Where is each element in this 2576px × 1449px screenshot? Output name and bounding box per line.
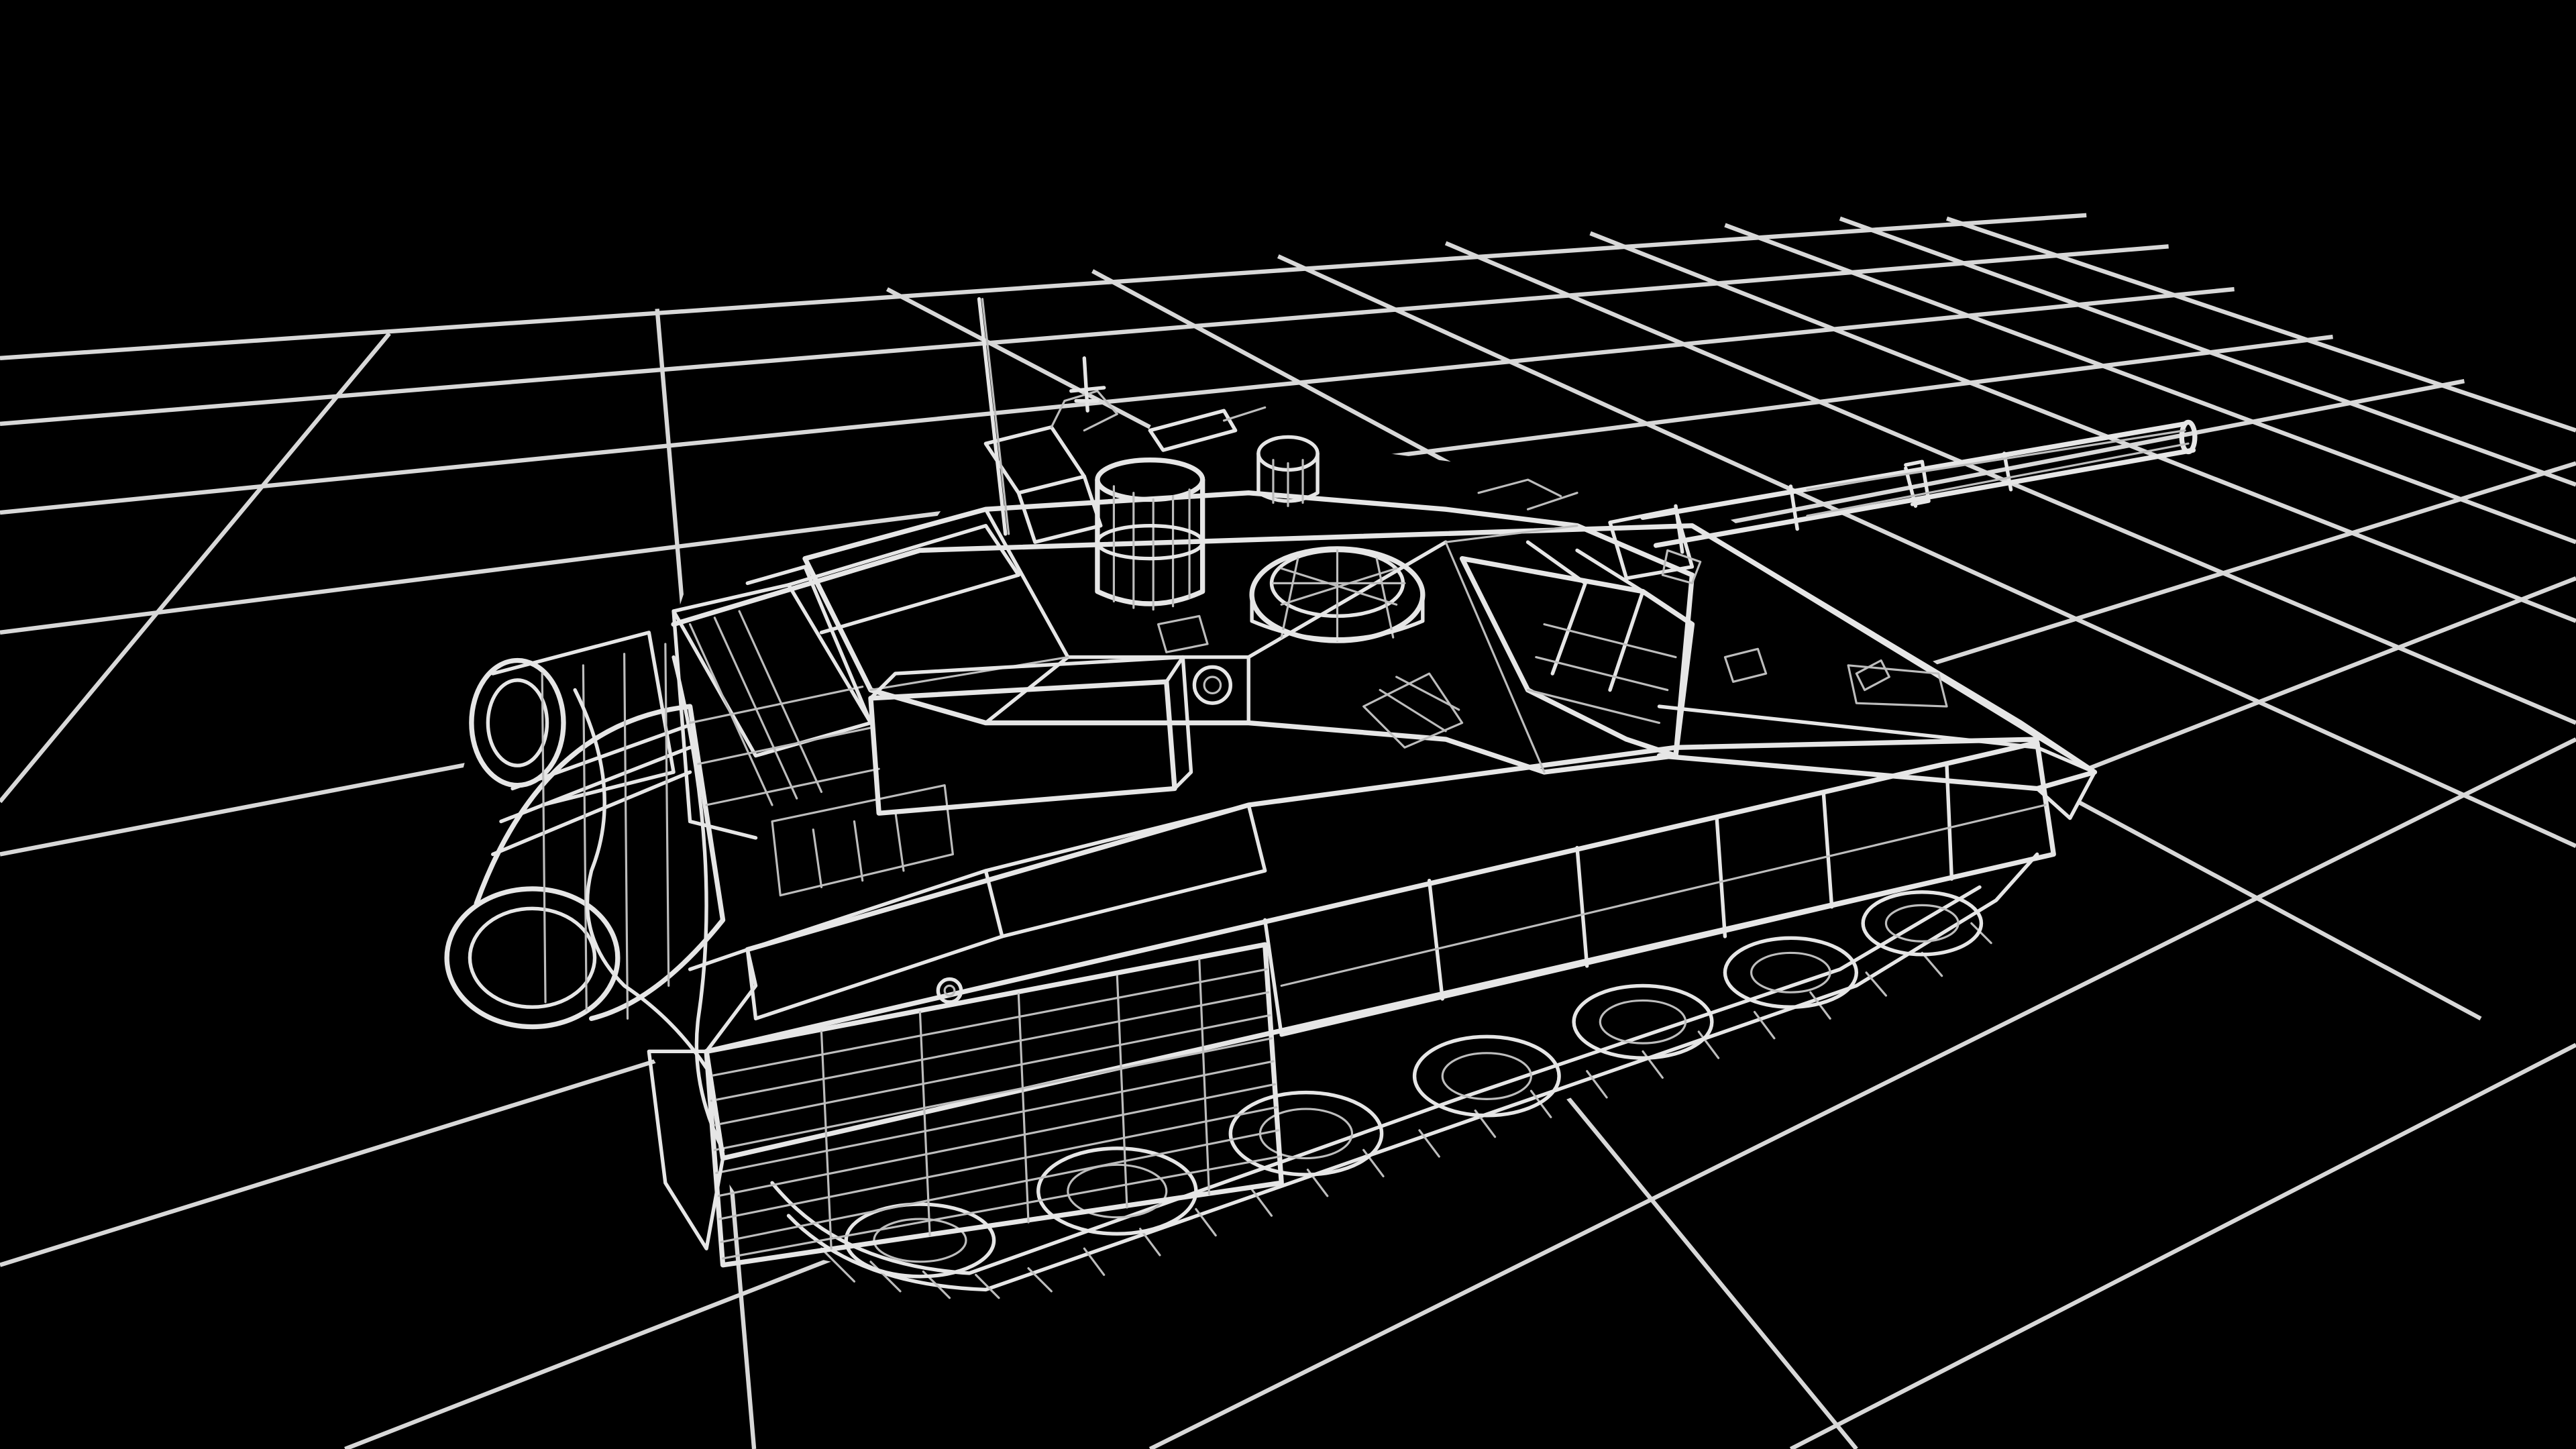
- wireframe-viewport: [0, 0, 2576, 1449]
- scene-canvas: [0, 213, 2576, 1449]
- sight-dome: [1249, 546, 1426, 643]
